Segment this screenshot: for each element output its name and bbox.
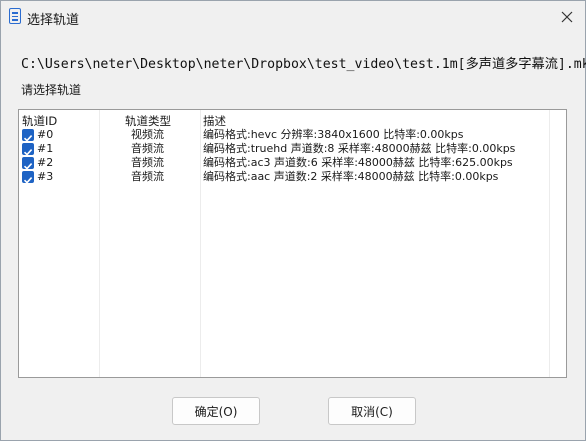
cancel-button[interactable]: 取消(C) (328, 397, 416, 425)
table-row[interactable]: #1 音频流 编码格式:truehd 声道数:8 采样率:48000赫兹 比特率… (19, 142, 566, 156)
track-description: 编码格式:truehd 声道数:8 采样率:48000赫兹 比特率:0.00kp… (203, 142, 516, 155)
column-header-track-id[interactable]: 轨道ID (22, 113, 57, 129)
table-row[interactable]: #2 音频流 编码格式:ac3 声道数:6 采样率:48000赫兹 比特率:62… (19, 156, 566, 170)
track-checkbox[interactable] (22, 143, 34, 156)
window-title: 选择轨道 (27, 13, 80, 28)
track-id: #2 (37, 156, 54, 169)
list-document-icon (9, 8, 21, 24)
track-type: 音频流 (131, 142, 164, 155)
track-type: 音频流 (131, 156, 164, 169)
ok-button[interactable]: 确定(O) (172, 397, 260, 425)
column-header-track-type[interactable]: 轨道类型 (125, 113, 171, 129)
close-icon (561, 11, 573, 22)
track-checkbox[interactable] (22, 171, 34, 184)
track-description: 编码格式:ac3 声道数:6 采样率:48000赫兹 比特率:625.00kps (203, 156, 513, 169)
table-row[interactable]: #3 音频流 编码格式:aac 声道数:2 采样率:48000赫兹 比特率:0.… (19, 170, 566, 184)
track-type: 视频流 (131, 128, 164, 141)
track-id: #0 (37, 128, 54, 141)
track-id: #1 (37, 142, 54, 155)
track-id: #3 (37, 170, 54, 183)
table-row[interactable]: #0 视频流 编码格式:hevc 分辨率:3840x1600 比特率:0.00k… (19, 128, 566, 142)
track-type: 音频流 (131, 170, 164, 183)
column-header-description[interactable]: 描述 (203, 113, 226, 129)
track-description: 编码格式:hevc 分辨率:3840x1600 比特率:0.00kps (203, 128, 464, 141)
title-bar: 选择轨道 (1, 1, 585, 32)
track-description: 编码格式:aac 声道数:2 采样率:48000赫兹 比特率:0.00kps (203, 170, 499, 183)
track-checkbox[interactable] (22, 129, 34, 142)
checkmark-icon (23, 177, 33, 184)
prompt-label: 请选择轨道 (21, 83, 82, 97)
file-path: C:\Users\neter\Desktop\neter\Dropbox\tes… (21, 57, 586, 72)
track-checkbox[interactable] (22, 157, 34, 170)
track-list[interactable]: 轨道ID 轨道类型 描述 #0 视频流 编码格式:hevc 分辨率:3840x1… (18, 109, 567, 378)
close-button[interactable] (549, 1, 585, 32)
dialog-window: 选择轨道 C:\Users\neter\Desktop\neter\Dropbo… (0, 0, 586, 441)
